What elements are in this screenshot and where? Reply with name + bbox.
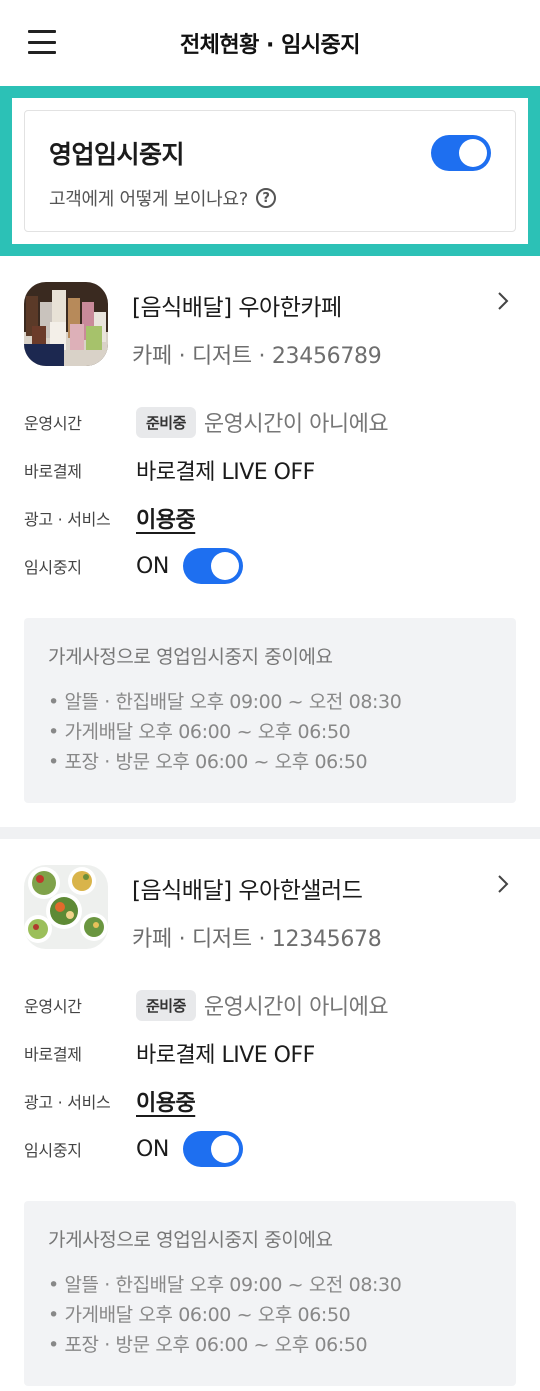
pause-row: 임시중지 ON bbox=[24, 542, 516, 590]
store-card: [음식배달] 우아한샐러드 카페 · 디저트 · 12345678 운영시간 준… bbox=[0, 839, 540, 1391]
ads-label: 광고 · 서비스 bbox=[24, 1093, 111, 1112]
store-pause-toggle[interactable] bbox=[182, 1131, 243, 1167]
toggle-knob bbox=[459, 139, 487, 167]
pause-highlight: 영업임시중지 고객에게 어떻게 보이나요? ? bbox=[0, 86, 540, 256]
pause-state: ON bbox=[136, 553, 169, 579]
ads-row: 광고 · 서비스 이용중 bbox=[24, 494, 516, 542]
ads-status-link[interactable]: 이용중 bbox=[136, 502, 196, 534]
page-title: 전체현황 · 임시중지 bbox=[179, 33, 361, 58]
hours-row: 운영시간 준비중 운영시간이 아니에요 bbox=[24, 981, 516, 1029]
notice-title: 가게사정으로 영업임시중지 중이에요 bbox=[48, 646, 333, 668]
ads-label: 광고 · 서비스 bbox=[24, 510, 111, 529]
store-header[interactable]: [음식배달] 우아한샐러드 카페 · 디저트 · 12345678 bbox=[24, 865, 516, 953]
hours-label: 운영시간 bbox=[24, 414, 82, 433]
store-thumbnail-cafe bbox=[24, 282, 108, 366]
direct-pay-label: 바로결제 bbox=[24, 462, 82, 481]
pause-card: 영업임시중지 고객에게 어떻게 보이나요? ? bbox=[12, 98, 528, 244]
question-circle-icon[interactable]: ? bbox=[255, 188, 276, 208]
status-badge: 준비중 bbox=[136, 406, 196, 438]
pause-label: 임시중지 bbox=[24, 1141, 82, 1160]
pause-all-toggle[interactable] bbox=[431, 135, 491, 171]
store-name: [음식배달] 우아한카페 bbox=[132, 295, 342, 321]
header: 전체현황 · 임시중지 bbox=[0, 0, 540, 86]
pause-subtitle-row[interactable]: 고객에게 어떻게 보이나요? ? bbox=[49, 185, 491, 211]
store-pause-toggle[interactable] bbox=[182, 548, 243, 584]
hamburger-menu-icon[interactable] bbox=[28, 30, 56, 54]
toggle-knob bbox=[210, 552, 239, 580]
store-name: [음식배달] 우아한샐러드 bbox=[132, 878, 363, 904]
notice-item: • 가게배달 오후 06:00 ~ 오후 06:50 bbox=[48, 1304, 351, 1326]
ads-row: 광고 · 서비스 이용중 bbox=[24, 1077, 516, 1125]
notice-item: • 가게배달 오후 06:00 ~ 오후 06:50 bbox=[48, 721, 351, 743]
store-category: 카페 · 디저트 · 12345678 bbox=[132, 927, 382, 952]
pause-panel: 영업임시중지 고객에게 어떻게 보이나요? ? bbox=[24, 110, 516, 232]
store-meta: [음식배달] 우아한샐러드 카페 · 디저트 · 12345678 bbox=[132, 865, 382, 953]
toggle-knob bbox=[210, 1135, 239, 1163]
hours-row: 운영시간 준비중 운영시간이 아니에요 bbox=[24, 398, 516, 446]
pause-label: 임시중지 bbox=[24, 558, 82, 577]
pause-row: 임시중지 ON bbox=[24, 1125, 516, 1173]
direct-pay-value: 바로결제 LIVE OFF bbox=[136, 460, 315, 485]
store-card: [음식배달] 우아한카페 카페 · 디저트 · 23456789 운영시간 준비… bbox=[0, 256, 540, 827]
status-badge: 준비중 bbox=[136, 989, 196, 1021]
ads-status-link[interactable]: 이용중 bbox=[136, 1085, 196, 1117]
pause-value: ON bbox=[136, 1131, 243, 1167]
hours-text: 운영시간이 아니에요 bbox=[203, 995, 389, 1020]
hours-text: 운영시간이 아니에요 bbox=[203, 412, 389, 437]
direct-pay-label: 바로결제 bbox=[24, 1045, 82, 1064]
direct-pay-row: 바로결제 바로결제 LIVE OFF bbox=[24, 1029, 516, 1077]
section-divider bbox=[0, 827, 540, 839]
notice-title: 가게사정으로 영업임시중지 중이에요 bbox=[48, 1229, 333, 1251]
notice-item: • 알뜰 · 한집배달 오후 09:00 ~ 오전 08:30 bbox=[48, 691, 402, 713]
pause-title: 영업임시중지 bbox=[49, 140, 185, 169]
notice-item: • 포장 · 방문 오후 06:00 ~ 오후 06:50 bbox=[48, 751, 368, 773]
store-thumbnail-salad bbox=[24, 865, 108, 949]
pause-notice: 가게사정으로 영업임시중지 중이에요 • 알뜰 · 한집배달 오후 09:00 … bbox=[24, 1201, 516, 1386]
direct-pay-row: 바로결제 바로결제 LIVE OFF bbox=[24, 446, 516, 494]
chevron-right-icon[interactable] bbox=[494, 292, 512, 310]
store-info: 운영시간 준비중 운영시간이 아니에요 바로결제 바로결제 LIVE OFF 광… bbox=[24, 981, 516, 1173]
chevron-right-icon[interactable] bbox=[494, 875, 512, 893]
store-meta: [음식배달] 우아한카페 카페 · 디저트 · 23456789 bbox=[132, 282, 382, 370]
pause-value: ON bbox=[136, 548, 243, 584]
pause-notice: 가게사정으로 영업임시중지 중이에요 • 알뜰 · 한집배달 오후 09:00 … bbox=[24, 618, 516, 803]
store-header[interactable]: [음식배달] 우아한카페 카페 · 디저트 · 23456789 bbox=[24, 282, 516, 370]
hours-label: 운영시간 bbox=[24, 997, 82, 1016]
hours-value: 준비중 운영시간이 아니에요 bbox=[136, 989, 389, 1021]
notice-item: • 알뜰 · 한집배달 오후 09:00 ~ 오전 08:30 bbox=[48, 1274, 402, 1296]
notice-item: • 포장 · 방문 오후 06:00 ~ 오후 06:50 bbox=[48, 1334, 368, 1356]
store-category: 카페 · 디저트 · 23456789 bbox=[132, 344, 382, 369]
hours-value: 준비중 운영시간이 아니에요 bbox=[136, 406, 389, 438]
direct-pay-value: 바로결제 LIVE OFF bbox=[136, 1043, 315, 1068]
pause-state: ON bbox=[136, 1136, 169, 1162]
store-info: 운영시간 준비중 운영시간이 아니에요 바로결제 바로결제 LIVE OFF 광… bbox=[24, 398, 516, 590]
pause-subtitle: 고객에게 어떻게 보이나요? bbox=[49, 189, 248, 210]
